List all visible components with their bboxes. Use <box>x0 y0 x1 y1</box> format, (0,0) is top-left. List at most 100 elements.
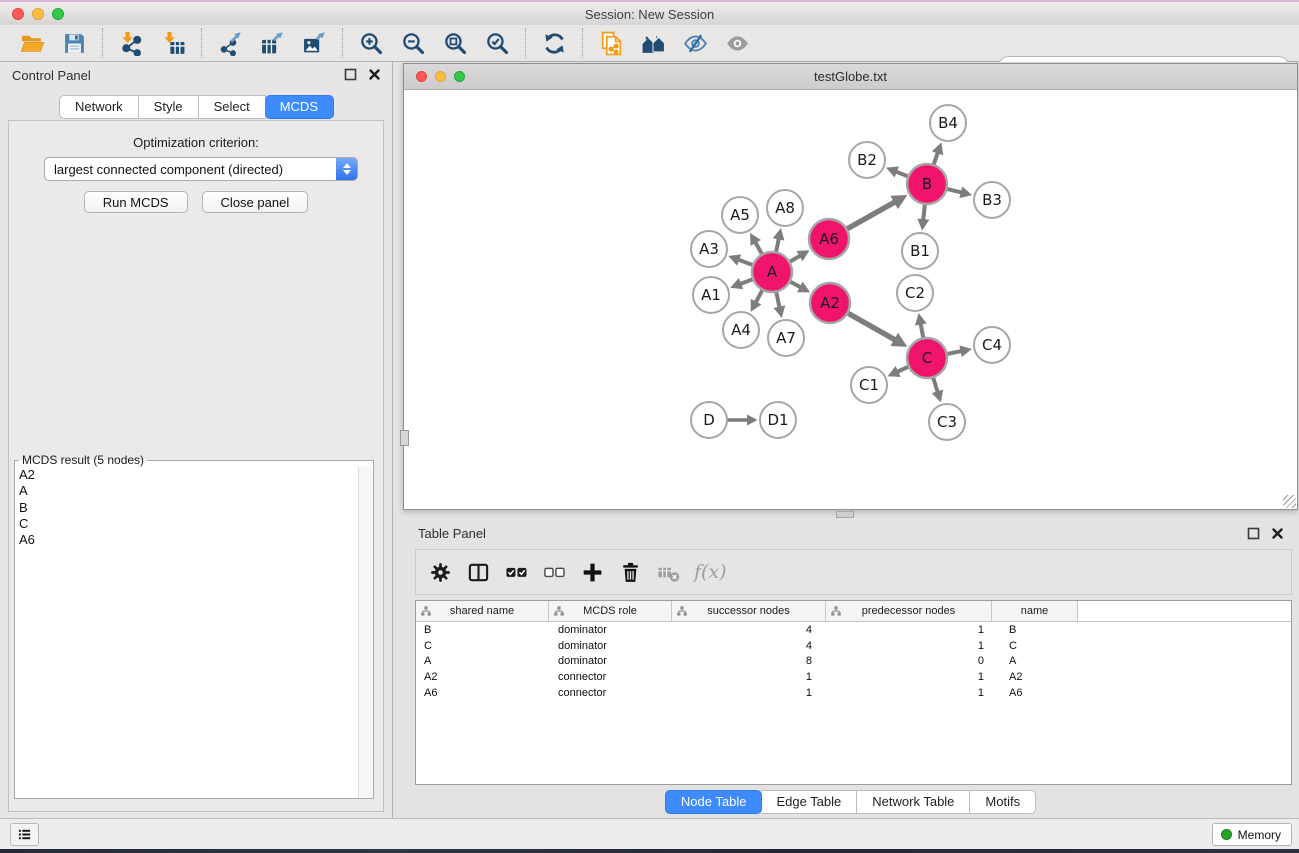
memory-button[interactable]: Memory <box>1212 823 1292 846</box>
table-cell[interactable]: connector <box>549 671 672 683</box>
zoom-out-button[interactable] <box>395 27 431 59</box>
column-header-predecessor-nodes[interactable]: predecessor nodes <box>826 601 992 621</box>
graph-node-C3[interactable]: C3 <box>929 404 965 440</box>
table-row[interactable]: Bdominator41B <box>416 622 1291 638</box>
tab-mcds[interactable]: MCDS <box>265 95 334 119</box>
refresh-button[interactable] <box>536 27 572 59</box>
graph-node-C1[interactable]: C1 <box>851 367 887 403</box>
table-cell[interactable]: 4 <box>672 640 826 652</box>
float-control-panel-button[interactable] <box>343 67 358 82</box>
mcds-result-list[interactable]: A2ABCA6 <box>15 467 359 798</box>
graph-node-B4[interactable]: B4 <box>930 105 966 141</box>
column-header-name[interactable]: name <box>992 601 1078 621</box>
table-cell[interactable]: 1 <box>672 671 826 683</box>
graph-node-A8[interactable]: A8 <box>767 190 803 226</box>
table-cell[interactable]: A2 <box>992 671 1078 683</box>
criterion-select[interactable]: largest connected component (directed) <box>44 157 358 181</box>
graph-edge-A2-C[interactable] <box>848 313 908 347</box>
graph-edge-A-A3[interactable] <box>728 254 752 265</box>
graph-node-A1[interactable]: A1 <box>693 277 729 313</box>
table-cell[interactable]: A6 <box>416 687 549 699</box>
column-header-shared-name[interactable]: shared name <box>416 601 549 621</box>
table-cell[interactable]: 1 <box>826 624 992 636</box>
graph-edge-B-B3[interactable] <box>947 187 972 199</box>
graph-edge-A-A8[interactable] <box>773 228 785 252</box>
graph-node-A4[interactable]: A4 <box>723 312 759 348</box>
task-history-button[interactable] <box>10 823 39 846</box>
run-mcds-button[interactable]: Run MCDS <box>84 191 188 213</box>
import-network-button[interactable] <box>113 27 149 59</box>
result-item[interactable]: C <box>15 516 359 532</box>
tab-style[interactable]: Style <box>139 95 199 119</box>
tab-network-table[interactable]: Network Table <box>857 790 970 814</box>
split-table-panel-button[interactable] <box>462 555 494 589</box>
table-cell[interactable]: 1 <box>826 671 992 683</box>
split-divider-handle[interactable] <box>836 511 854 518</box>
table-cell[interactable]: A <box>416 655 549 667</box>
graph-edge-A-A4[interactable] <box>751 290 763 312</box>
graph-edge-A-A1[interactable] <box>730 278 753 289</box>
hide-all-columns-button[interactable] <box>538 555 570 589</box>
graph-node-A5[interactable]: A5 <box>722 197 758 233</box>
show-all-columns-button[interactable] <box>500 555 532 589</box>
zoom-in-button[interactable] <box>353 27 389 59</box>
graph-node-B2[interactable]: B2 <box>849 142 885 178</box>
result-item[interactable]: A6 <box>15 532 359 548</box>
table-cell[interactable]: 4 <box>672 624 826 636</box>
window-resize-grip[interactable] <box>1283 495 1296 508</box>
table-cell[interactable]: C <box>992 640 1078 652</box>
table-cell[interactable]: A <box>992 655 1078 667</box>
table-cell[interactable]: dominator <box>549 640 672 652</box>
graph-edge-D-D1[interactable] <box>728 415 758 426</box>
graph-node-D[interactable]: D <box>691 402 727 438</box>
new-network-from-selection-button[interactable] <box>593 27 629 59</box>
add-column-button[interactable] <box>576 555 608 589</box>
table-row[interactable]: A6connector11A6 <box>416 685 1291 701</box>
graph-edge-A-A2[interactable] <box>790 282 810 293</box>
table-row[interactable]: A2connector11A2 <box>416 669 1291 685</box>
table-settings-gear-button[interactable] <box>424 555 456 589</box>
result-item[interactable]: B <box>15 500 359 516</box>
delete-column-button[interactable] <box>614 555 646 589</box>
graph-edge-B-B1[interactable] <box>917 204 929 230</box>
graph-node-A2[interactable]: A2 <box>810 283 850 323</box>
hide-panel-eye-slash-button[interactable] <box>677 27 713 59</box>
float-table-panel-button[interactable] <box>1246 526 1261 541</box>
table-cell[interactable]: 1 <box>826 687 992 699</box>
export-table-button[interactable] <box>254 27 290 59</box>
table-cell[interactable]: 0 <box>826 655 992 667</box>
graph-node-D1[interactable]: D1 <box>760 402 796 438</box>
graph-node-B1[interactable]: B1 <box>902 233 938 269</box>
close-table-panel-button[interactable] <box>1270 526 1285 541</box>
table-cell[interactable]: 8 <box>672 655 826 667</box>
graph-node-C2[interactable]: C2 <box>897 275 933 311</box>
graph-edge-B-B2[interactable] <box>886 166 908 177</box>
column-header-successor-nodes[interactable]: successor nodes <box>672 601 826 621</box>
graph-edge-A6-B[interactable] <box>847 195 908 229</box>
close-panel-button[interactable]: Close panel <box>202 191 309 213</box>
table-row[interactable]: Adominator80A <box>416 653 1291 669</box>
graph-node-B3[interactable]: B3 <box>974 182 1010 218</box>
zoom-selected-button[interactable] <box>479 27 515 59</box>
network-window-titlebar[interactable]: testGlobe.txt <box>404 64 1297 90</box>
graph-edge-C-C2[interactable] <box>915 313 927 338</box>
close-control-panel-button[interactable] <box>367 67 382 82</box>
graph-edge-A-A6[interactable] <box>790 250 810 261</box>
graph-node-A6[interactable]: A6 <box>809 219 849 259</box>
table-cell[interactable]: 1 <box>672 687 826 699</box>
table-cell[interactable]: B <box>416 624 549 636</box>
graph-edge-A-A5[interactable] <box>750 233 762 254</box>
tab-motifs[interactable]: Motifs <box>970 790 1036 814</box>
graph-node-A7[interactable]: A7 <box>768 320 804 356</box>
network-canvas[interactable]: B4B2BB3B1A5A8A6A3AA1C2A2A4A7C4CC1C3DD1 <box>404 90 1297 509</box>
open-file-button[interactable] <box>14 27 50 59</box>
tab-edge-table[interactable]: Edge Table <box>761 790 857 814</box>
graph-node-A3[interactable]: A3 <box>691 231 727 267</box>
graph-edge-C-C4[interactable] <box>947 345 972 357</box>
save-session-button[interactable] <box>56 27 92 59</box>
tab-network[interactable]: Network <box>59 95 139 119</box>
zoom-fit-button[interactable] <box>437 27 473 59</box>
table-cell[interactable]: B <box>992 624 1078 636</box>
column-header-MCDS-role[interactable]: MCDS role <box>549 601 672 621</box>
result-scrollbar[interactable] <box>358 467 373 798</box>
